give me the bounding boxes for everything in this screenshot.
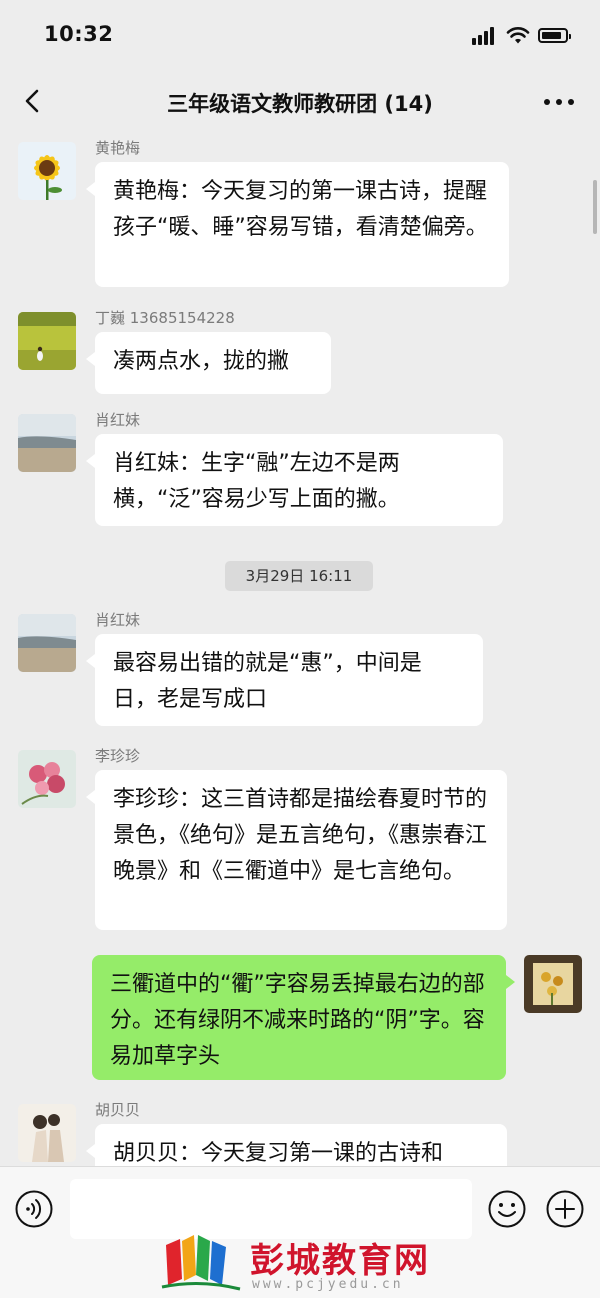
input-bar: 彭城教育网 www.pcjyedu.cn	[0, 1166, 600, 1298]
watermark-url: www.pcjyedu.cn	[252, 1277, 404, 1292]
chat-title: 三年级语文教师教研团 (14)	[167, 92, 433, 116]
message-list[interactable]: 黄艳梅 黄艳梅：今天复习的第一课古诗，提醒孩子“暖、睡”容易写错，看清楚偏旁。 …	[0, 134, 600, 1166]
book-logo-icon	[161, 1235, 241, 1291]
message-item: 黄艳梅 黄艳梅：今天复习的第一课古诗，提醒孩子“暖、睡”容易写错，看清楚偏旁。	[0, 134, 600, 294]
lakeside-avatar[interactable]	[18, 614, 76, 672]
own-avatar[interactable]	[524, 955, 582, 1013]
status-bar: 10:32	[0, 0, 600, 70]
sender-name: 胡贝贝	[95, 1101, 141, 1119]
message-bubble[interactable]: 肖红妹：生字“融”左边不是两横，“泛”容易少写上面的撇。	[86, 434, 503, 526]
watermark: 彭城教育网 www.pcjyedu.cn	[160, 1233, 460, 1297]
message-bubble-own[interactable]: 三衢道中的“衢”字容易丢掉最右边的部分。还有绿阴不减来时路的“阴”字。容易加草字…	[92, 955, 515, 1080]
message-bubble[interactable]: 李珍珍：这三首诗都是描绘春夏时节的景色，《绝句》是五言绝句，《惠崇春江晚景》和《…	[86, 770, 507, 930]
sender-name: 肖红妹	[95, 411, 141, 429]
sunflower-avatar[interactable]	[18, 142, 76, 200]
sender-name: 丁巍 13685154228	[95, 309, 235, 327]
illustration-avatar[interactable]	[18, 1104, 76, 1162]
more-options-icon[interactable]	[544, 99, 574, 105]
wifi-icon	[506, 27, 530, 44]
chat-header: 三年级语文教师教研团 (14)	[0, 70, 600, 134]
watermark-name: 彭城教育网	[250, 1241, 430, 1281]
sender-name: 黄艳梅	[95, 139, 141, 157]
message-item: 胡贝贝 胡贝贝：今天复习第一课的古诗和	[0, 1096, 600, 1166]
message-item-own: 三衢道中的“衢”字容易丢掉最右边的部分。还有绿阴不减来时路的“阴”字。容易加草字…	[0, 949, 600, 1089]
back-arrow-icon[interactable]	[18, 86, 48, 116]
message-input[interactable]	[70, 1179, 472, 1239]
emoji-icon[interactable]	[487, 1189, 527, 1229]
voice-input-icon[interactable]	[14, 1189, 54, 1229]
sender-name: 肖红妹	[95, 611, 141, 629]
message-bubble[interactable]: 最容易出错的就是“惠”，中间是日，老是写成口	[86, 634, 483, 726]
message-bubble[interactable]: 凑两点水，拢的撇	[86, 332, 331, 394]
lakeside-avatar[interactable]	[18, 414, 76, 472]
message-item: 肖红妹 肖红妹：生字“融”左边不是两横，“泛”容易少写上面的撇。	[0, 406, 600, 536]
sender-name: 李珍珍	[95, 747, 141, 765]
message-item: 丁巍 13685154228 凑两点水，拢的撇	[0, 304, 600, 394]
plus-icon[interactable]	[545, 1189, 585, 1229]
scrollbar[interactable]	[593, 180, 597, 234]
meadow-avatar[interactable]	[18, 312, 76, 370]
status-time: 10:32	[44, 22, 114, 46]
timestamp-divider: 3月29日 16:11	[225, 561, 373, 591]
blossom-avatar[interactable]	[18, 750, 76, 808]
cellular-signal-icon	[472, 27, 498, 45]
message-bubble[interactable]: 黄艳梅：今天复习的第一课古诗，提醒孩子“暖、睡”容易写错，看清楚偏旁。	[86, 162, 509, 287]
message-bubble[interactable]: 胡贝贝：今天复习第一课的古诗和	[86, 1124, 507, 1166]
battery-icon	[538, 28, 571, 43]
message-item: 肖红妹 最容易出错的就是“惠”，中间是日，老是写成口	[0, 606, 600, 736]
message-item: 李珍珍 李珍珍：这三首诗都是描绘春夏时节的景色，《绝句》是五言绝句，《惠崇春江晚…	[0, 742, 600, 932]
